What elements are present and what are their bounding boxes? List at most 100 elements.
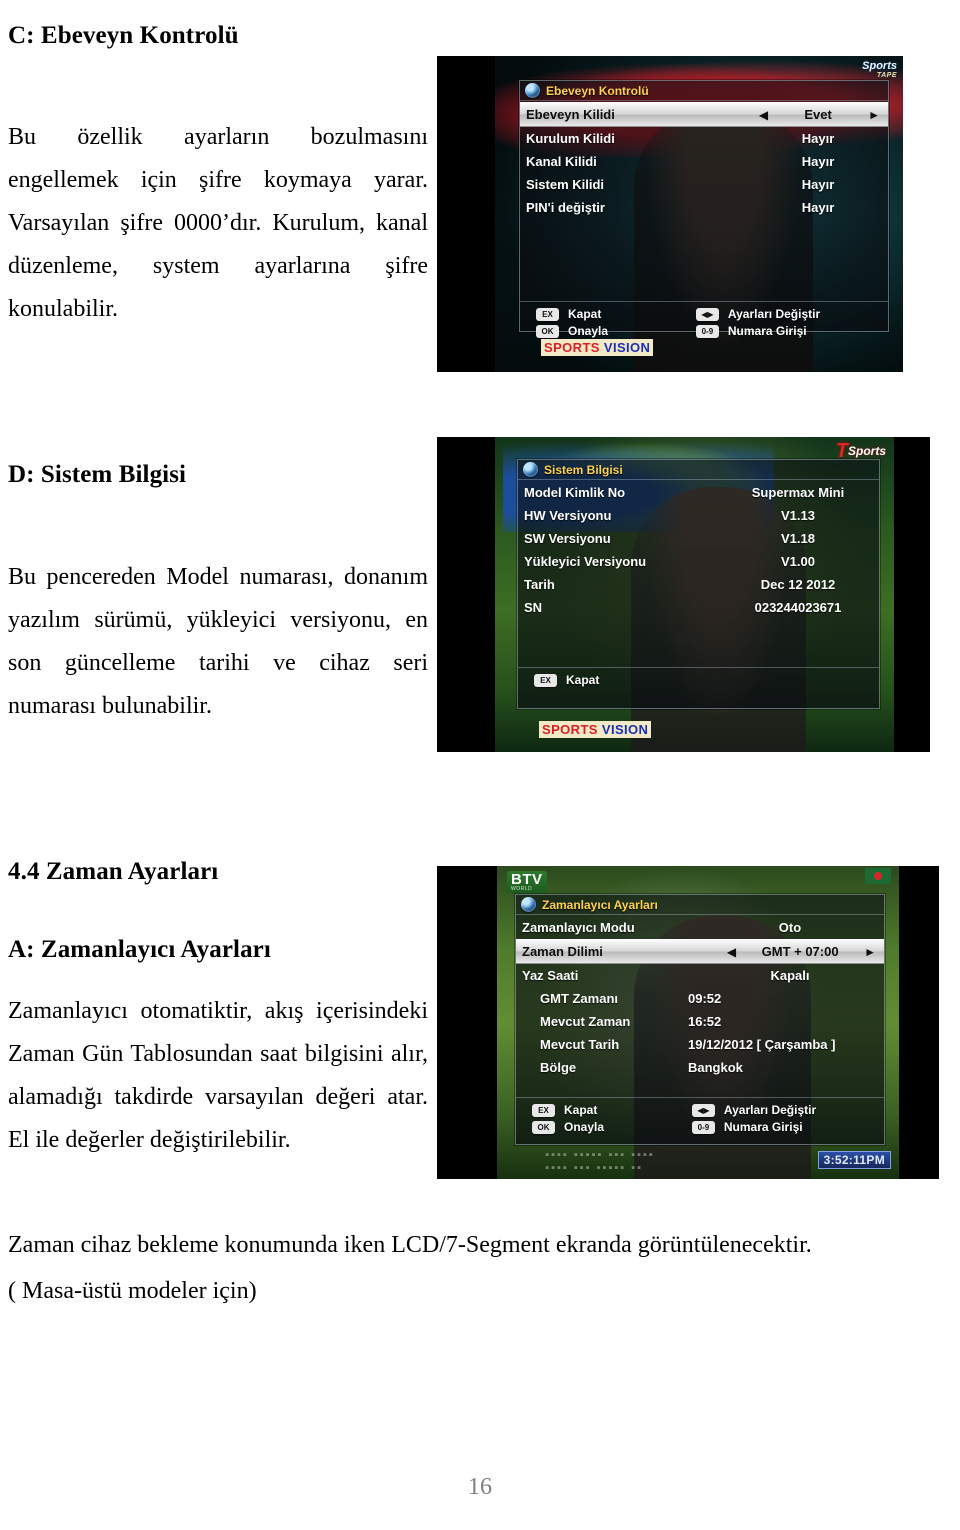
key-hint-label: Kapat <box>566 673 600 687</box>
osd-row-bolge: Bölge Bangkok <box>516 1056 884 1079</box>
logo-vision-text: VISION <box>603 340 651 355</box>
exit-key-icon: EX <box>532 1103 555 1117</box>
osd-row-value: 16:52 <box>688 1014 722 1029</box>
osd-row-label: Sistem Kilidi <box>526 177 605 192</box>
arrow-left-icon[interactable]: ◀ <box>757 109 770 121</box>
osd-key-hints: EX Kapat ◀▶ Ayarları Değiştir OK Onayla … <box>516 1097 884 1140</box>
globe-icon <box>521 897 536 912</box>
osd-row-gmt-zamani: GMT Zamanı 09:52 <box>516 987 884 1010</box>
logo-vision-text: VISION <box>601 722 649 737</box>
osd-row-value: GMT + 07:00 <box>761 944 839 959</box>
arrow-right-icon[interactable]: ► <box>866 109 882 121</box>
osd-title-bar: Sistem Bilgisi <box>518 460 879 480</box>
osd-row-value: 19/12/2012 [ Çarşamba ] <box>688 1037 836 1052</box>
number-key-icon: 0-9 <box>695 324 719 338</box>
ok-key-icon: OK <box>536 324 559 338</box>
section-body-parental-control: Bu özellik ayarların bozulmasını engelle… <box>8 124 428 322</box>
osd-row-pin-degistir[interactable]: PIN'i değiştir Hayır <box>520 196 888 219</box>
flag-icon <box>865 868 891 884</box>
osd-row-zaman-dilimi[interactable]: Zaman Dilimi ◀ GMT + 07:00 ► <box>516 939 884 964</box>
tv-video-area: Sports TAPE Ebeveyn Kontrolü Ebeveyn Kil… <box>495 56 903 372</box>
key-hint-exit[interactable]: EX Kapat <box>536 307 666 321</box>
osd-row-label: SW Versiyonu <box>524 531 611 546</box>
key-hint-label: Kapat <box>564 1103 598 1117</box>
sports-vision-logo: SPORTS VISION <box>539 721 652 738</box>
osd-panel-parental-control: Ebeveyn Kontrolü Ebeveyn Kilidi ◀ Evet ►… <box>519 80 889 338</box>
key-hint-label: Kapat <box>568 307 602 321</box>
key-hint-label: Ayarları Değiştir <box>723 1103 817 1117</box>
osd-body-spacer <box>520 221 888 229</box>
osd-row-value: Kapalı <box>770 968 810 983</box>
key-hint-confirm[interactable]: OK Onayla <box>536 324 666 338</box>
tv-video-area: TSports Sistem Bilgisi Model Kimlik No S… <box>495 437 894 752</box>
osd-row-label: Mevcut Zaman <box>540 1014 631 1029</box>
osd-row-value: Evet <box>804 107 832 122</box>
osd-row-yaz-saati[interactable]: Yaz Saati Kapalı <box>516 964 884 987</box>
osd-row-value: Hayır <box>801 200 835 215</box>
osd-row-zamanlayici-modu[interactable]: Zamanlayıcı Modu Oto <box>516 916 884 939</box>
osd-row-sistem-kilidi[interactable]: Sistem Kilidi Hayır <box>520 173 888 196</box>
osd-title-text: Ebeveyn Kontrolü <box>546 83 649 98</box>
key-hint-label: Numara Girişi <box>723 1120 803 1134</box>
key-hint-number-entry[interactable]: 0-9 Numara Girişi <box>695 324 878 338</box>
key-hint-number-entry[interactable]: 0-9 Numara Girişi <box>691 1120 874 1134</box>
osd-row-label: Tarih <box>524 577 555 592</box>
footer-note-line-2: ( Masa-üstü modeler için) <box>8 1278 257 1304</box>
key-hint-label: Ayarları Değiştir <box>727 307 821 321</box>
key-hint-confirm[interactable]: OK Onayla <box>532 1120 662 1134</box>
osd-row-label: Kanal Kilidi <box>526 154 597 169</box>
key-hint-label: Numara Girişi <box>727 324 807 338</box>
section-heading-parental-control: C: Ebeveyn Kontrolü <box>8 21 239 49</box>
key-hint-exit[interactable]: EX Kapat <box>534 673 869 687</box>
osd-row-hw-versiyonu: HW Versiyonu V1.13 <box>518 504 879 527</box>
osd-row-value: Bangkok <box>688 1060 743 1075</box>
tv-screenshot-system-info: TSports Sistem Bilgisi Model Kimlik No S… <box>437 437 930 752</box>
osd-row-label: Kurulum Kilidi <box>526 131 615 146</box>
exit-key-icon: EX <box>536 307 559 321</box>
clock-badge: 3:52:11PM <box>817 1151 891 1169</box>
tv-video-area: BTV WORLD Zamanlayıcı Ayarları Zamanlayı… <box>497 866 899 1179</box>
osd-row-kurulum-kilidi[interactable]: Kurulum Kilidi Hayır <box>520 127 888 150</box>
arrow-left-icon[interactable]: ◀ <box>725 946 738 958</box>
key-hint-exit[interactable]: EX Kapat <box>532 1103 662 1117</box>
osd-row-label: Zamanlayıcı Modu <box>522 920 635 935</box>
osd-row-ebeveyn-kilidi[interactable]: Ebeveyn Kilidi ◀ Evet ► <box>520 102 888 127</box>
key-hint-change-settings[interactable]: ◀▶ Ayarları Değiştir <box>695 307 878 321</box>
osd-row-kanal-kilidi[interactable]: Kanal Kilidi Hayır <box>520 150 888 173</box>
ticker-text: ▪▪▪▪ ▪▪▪▪▪ ▪▪▪ ▪▪▪▪ ▪▪▪▪ ▪▪▪ ▪▪▪▪▪ ▪▪ <box>545 1149 655 1174</box>
footer-note: Zaman cihaz bekleme konumunda iken LCD/7… <box>8 1222 952 1314</box>
osd-row-value: 09:52 <box>688 991 722 1006</box>
section-heading-time-settings: 4.4 Zaman Ayarları <box>8 857 219 885</box>
osd-row-value: Dec 12 2012 <box>760 577 836 592</box>
osd-row-label: GMT Zamanı <box>540 991 619 1006</box>
osd-row-label: Yaz Saati <box>522 968 579 983</box>
osd-row-label: Mevcut Tarih <box>540 1037 620 1052</box>
left-right-key-icon: ◀▶ <box>691 1103 715 1117</box>
osd-row-label: Ebeveyn Kilidi <box>526 107 615 122</box>
osd-row-value: Supermax Mini <box>751 485 845 500</box>
osd-row-label: Model Kimlik No <box>524 485 626 500</box>
osd-row-mevcut-zaman: Mevcut Zaman 16:52 <box>516 1010 884 1033</box>
exit-key-icon: EX <box>534 673 557 687</box>
osd-panel-system-info: Sistem Bilgisi Model Kimlik No Supermax … <box>517 459 880 709</box>
osd-row-label: SN <box>524 600 543 615</box>
key-hint-label: Onayla <box>564 1120 605 1134</box>
osd-title-bar: Ebeveyn Kontrolü <box>520 81 888 101</box>
osd-key-hints: EX Kapat <box>518 667 879 693</box>
number-key-icon: 0-9 <box>691 1120 715 1134</box>
page-number: 16 <box>468 1474 492 1500</box>
arrow-right-icon[interactable]: ► <box>862 946 878 958</box>
tv-screenshot-parental-control: Sports TAPE Ebeveyn Kontrolü Ebeveyn Kil… <box>437 56 903 372</box>
osd-panel-timer-settings: Zamanlayıcı Ayarları Zamanlayıcı Modu Ot… <box>515 894 885 1145</box>
osd-row-value: Hayır <box>801 154 835 169</box>
osd-row-list: Ebeveyn Kilidi ◀ Evet ► Kurulum Kilidi H… <box>520 101 888 221</box>
osd-row-mevcut-tarih: Mevcut Tarih 19/12/2012 [ Çarşamba ] <box>516 1033 884 1056</box>
key-hint-label: Onayla <box>568 324 609 338</box>
osd-row-sw-versiyonu: SW Versiyonu V1.18 <box>518 527 879 550</box>
osd-row-value: V1.18 <box>781 531 815 546</box>
osd-row-sn: SN 023244023671 <box>518 596 879 619</box>
osd-row-value: Oto <box>778 920 802 935</box>
osd-row-label: Yükleyici Versiyonu <box>524 554 647 569</box>
key-hint-change-settings[interactable]: ◀▶ Ayarları Değiştir <box>691 1103 874 1117</box>
osd-row-label: PIN'i değiştir <box>526 200 605 215</box>
